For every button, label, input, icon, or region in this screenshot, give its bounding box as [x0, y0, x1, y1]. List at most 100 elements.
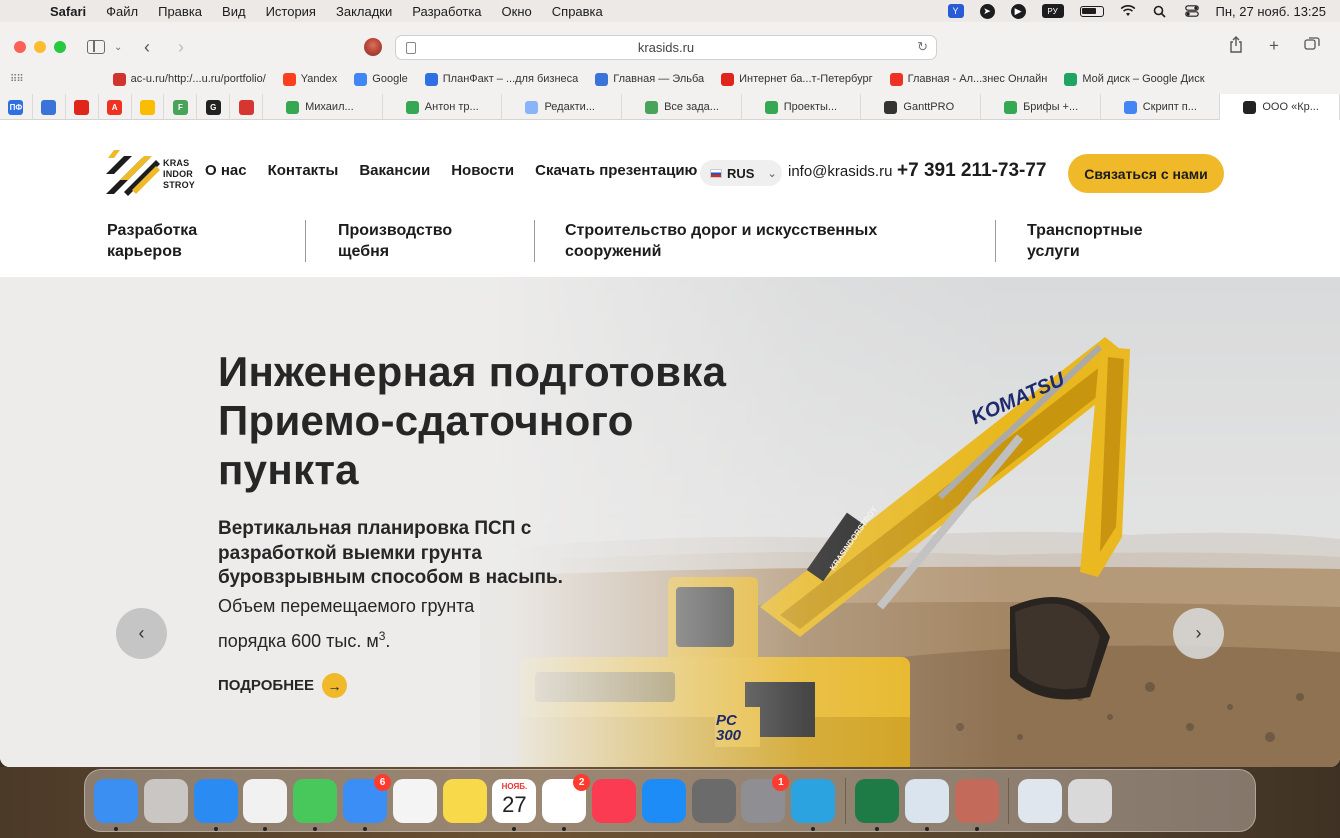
service-road-construction[interactable]: Строительство дорог и искусственных соор… — [565, 220, 877, 262]
browser-tab[interactable]: Антон тр... — [383, 94, 503, 120]
pinned-tab[interactable] — [33, 94, 66, 120]
nav-contacts[interactable]: Контакты — [268, 162, 339, 179]
play-icon[interactable]: ▶ — [1010, 3, 1026, 19]
menu-history[interactable]: История — [266, 4, 316, 19]
calendar-icon[interactable]: НОЯБ. 27 — [492, 778, 537, 831]
telegram-icon[interactable] — [791, 778, 836, 831]
address-bar[interactable]: krasids.ru ↻ — [395, 35, 937, 60]
menu-file[interactable]: Файл — [106, 4, 138, 19]
calculator-icon[interactable] — [691, 778, 736, 823]
browser-tab[interactable]: Проекты... — [742, 94, 862, 120]
photos-icon[interactable] — [392, 778, 437, 823]
share-icon[interactable] — [1228, 36, 1244, 56]
pinned-tab[interactable]: F — [164, 94, 198, 120]
menu-view[interactable]: Вид — [222, 4, 246, 19]
tab-overview-icon[interactable] — [1304, 36, 1320, 56]
forward-button[interactable]: › — [178, 36, 184, 58]
tab-title: Михаил... — [305, 101, 354, 113]
browser-tab[interactable]: Скрипт п... — [1101, 94, 1221, 120]
menu-develop[interactable]: Разработка — [412, 4, 481, 19]
nav-news[interactable]: Новости — [451, 162, 514, 179]
browser-tab[interactable]: Редакти... — [502, 94, 623, 120]
bookmark-item[interactable]: ac-u.ru/http:/...u.ru/portfolio/ — [112, 72, 266, 86]
browser-tab[interactable]: Все зада... — [622, 94, 742, 120]
excel-icon[interactable] — [854, 778, 899, 831]
system-settings-icon[interactable]: 1 — [741, 773, 790, 823]
launchpad-icon[interactable] — [143, 778, 188, 823]
sidebar-toggle-button[interactable] — [86, 36, 106, 58]
browser-tab[interactable]: GanttPRO — [861, 94, 982, 120]
menubar-clock[interactable]: Пн, 27 нояб. 13:25 — [1216, 4, 1326, 19]
control-center-icon[interactable] — [1184, 4, 1200, 18]
finder-icon[interactable] — [94, 778, 138, 831]
bookmark-item[interactable]: Yandex — [282, 72, 337, 86]
messages-icon[interactable] — [293, 778, 338, 831]
menu-app-name[interactable]: Safari — [50, 4, 86, 19]
pinned-tab[interactable] — [230, 94, 264, 120]
battery-icon[interactable] — [1079, 5, 1104, 17]
pinned-tab[interactable]: A — [99, 94, 132, 120]
tab-groups-chevron-icon[interactable]: ⌄ — [114, 36, 122, 58]
notes-icon[interactable] — [442, 778, 487, 823]
service-quarry-development[interactable]: Разработка карьеров — [107, 220, 197, 262]
language-select[interactable]: RUS ⌄ — [700, 160, 782, 186]
menu-window[interactable]: Окно — [502, 4, 532, 19]
bookmark-item[interactable]: Интернет ба...т-Петербург — [721, 72, 873, 86]
running-indicator — [362, 826, 367, 831]
zoom-window-button[interactable] — [54, 41, 66, 53]
site-logo[interactable]: KRAS INDOR STROY — [106, 146, 202, 198]
nav-vacancies[interactable]: Вакансии — [359, 162, 430, 179]
downloads-stack-icon[interactable] — [1018, 778, 1063, 823]
bookmark-item[interactable]: Главная - Ал...знес Онлайн — [889, 72, 1047, 86]
bookmark-item[interactable]: Главная — Эльба — [595, 72, 704, 86]
bookmark-item[interactable]: ПланФакт – ...для бизнеса — [424, 72, 578, 86]
nav-download-presentation[interactable]: Скачать презентацию — [535, 162, 697, 179]
more-link[interactable]: ПОДРОБНЕЕ → — [218, 673, 348, 698]
keyboard-layout-icon[interactable]: РУ — [1041, 4, 1064, 18]
safari-icon[interactable] — [193, 778, 238, 831]
preview-icon[interactable] — [904, 778, 949, 831]
mail-icon[interactable]: 6 — [342, 773, 391, 831]
pinned-tab[interactable] — [132, 94, 165, 120]
contact-email[interactable]: info@krasids.ru — [788, 163, 892, 180]
new-tab-icon[interactable]: + — [1266, 36, 1282, 56]
bookmark-item[interactable]: Мой диск – Google Диск — [1064, 72, 1205, 86]
spotlight-search-icon[interactable] — [1152, 4, 1168, 18]
menu-bookmarks[interactable]: Закладки — [336, 4, 392, 19]
menu-edit[interactable]: Правка — [158, 4, 202, 19]
app-store-icon[interactable] — [641, 778, 686, 823]
service-transport[interactable]: Транспортные услуги — [1027, 220, 1142, 262]
slider-next-button[interactable]: › — [1173, 608, 1224, 659]
extension-icon[interactable] — [364, 38, 382, 56]
contact-phone[interactable]: +7 391 211-73-77 — [897, 160, 1047, 182]
active-tab[interactable]: ООО «Кр... — [1220, 94, 1340, 120]
minimize-window-button[interactable] — [34, 41, 46, 53]
bookmark-item[interactable]: Google — [354, 72, 408, 86]
pinned-tab[interactable] — [66, 94, 99, 120]
tab-title: Брифы +... — [1023, 101, 1079, 113]
pinned-tab[interactable]: G — [197, 94, 231, 120]
service-label: Транспортные — [1027, 222, 1143, 239]
service-crushed-stone[interactable]: Производство щебня — [338, 220, 452, 262]
pinned-tab-favicon-icon: F — [172, 99, 188, 115]
trash-icon[interactable] — [1068, 778, 1113, 823]
reminders-icon[interactable]: 2 — [542, 773, 591, 831]
nav-about[interactable]: О нас — [205, 162, 247, 179]
contact-us-button[interactable]: Связаться с нами — [1068, 154, 1224, 193]
reload-icon[interactable]: ↻ — [917, 39, 928, 55]
browser-tab[interactable]: Брифы +... — [981, 94, 1101, 120]
music-icon[interactable] — [591, 778, 636, 823]
chevron-right-icon: › — [1195, 623, 1202, 643]
wifi-icon[interactable] — [1120, 4, 1136, 18]
menu-help[interactable]: Справка — [552, 4, 603, 19]
close-window-button[interactable] — [14, 41, 26, 53]
chrome-icon[interactable] — [243, 778, 288, 831]
back-button[interactable]: ‹ — [144, 36, 150, 58]
navigation-icon[interactable]: ➤ — [979, 3, 995, 19]
pinned-tab[interactable]: ПФ — [0, 94, 33, 120]
slider-prev-button[interactable]: ‹ — [116, 608, 167, 659]
yandex-disk-icon[interactable]: Y — [947, 4, 964, 18]
apps-grid-icon[interactable]: ⠿⠿ — [10, 74, 24, 85]
certificate-icon[interactable] — [954, 778, 999, 831]
browser-tab[interactable]: Михаил... — [263, 94, 383, 120]
